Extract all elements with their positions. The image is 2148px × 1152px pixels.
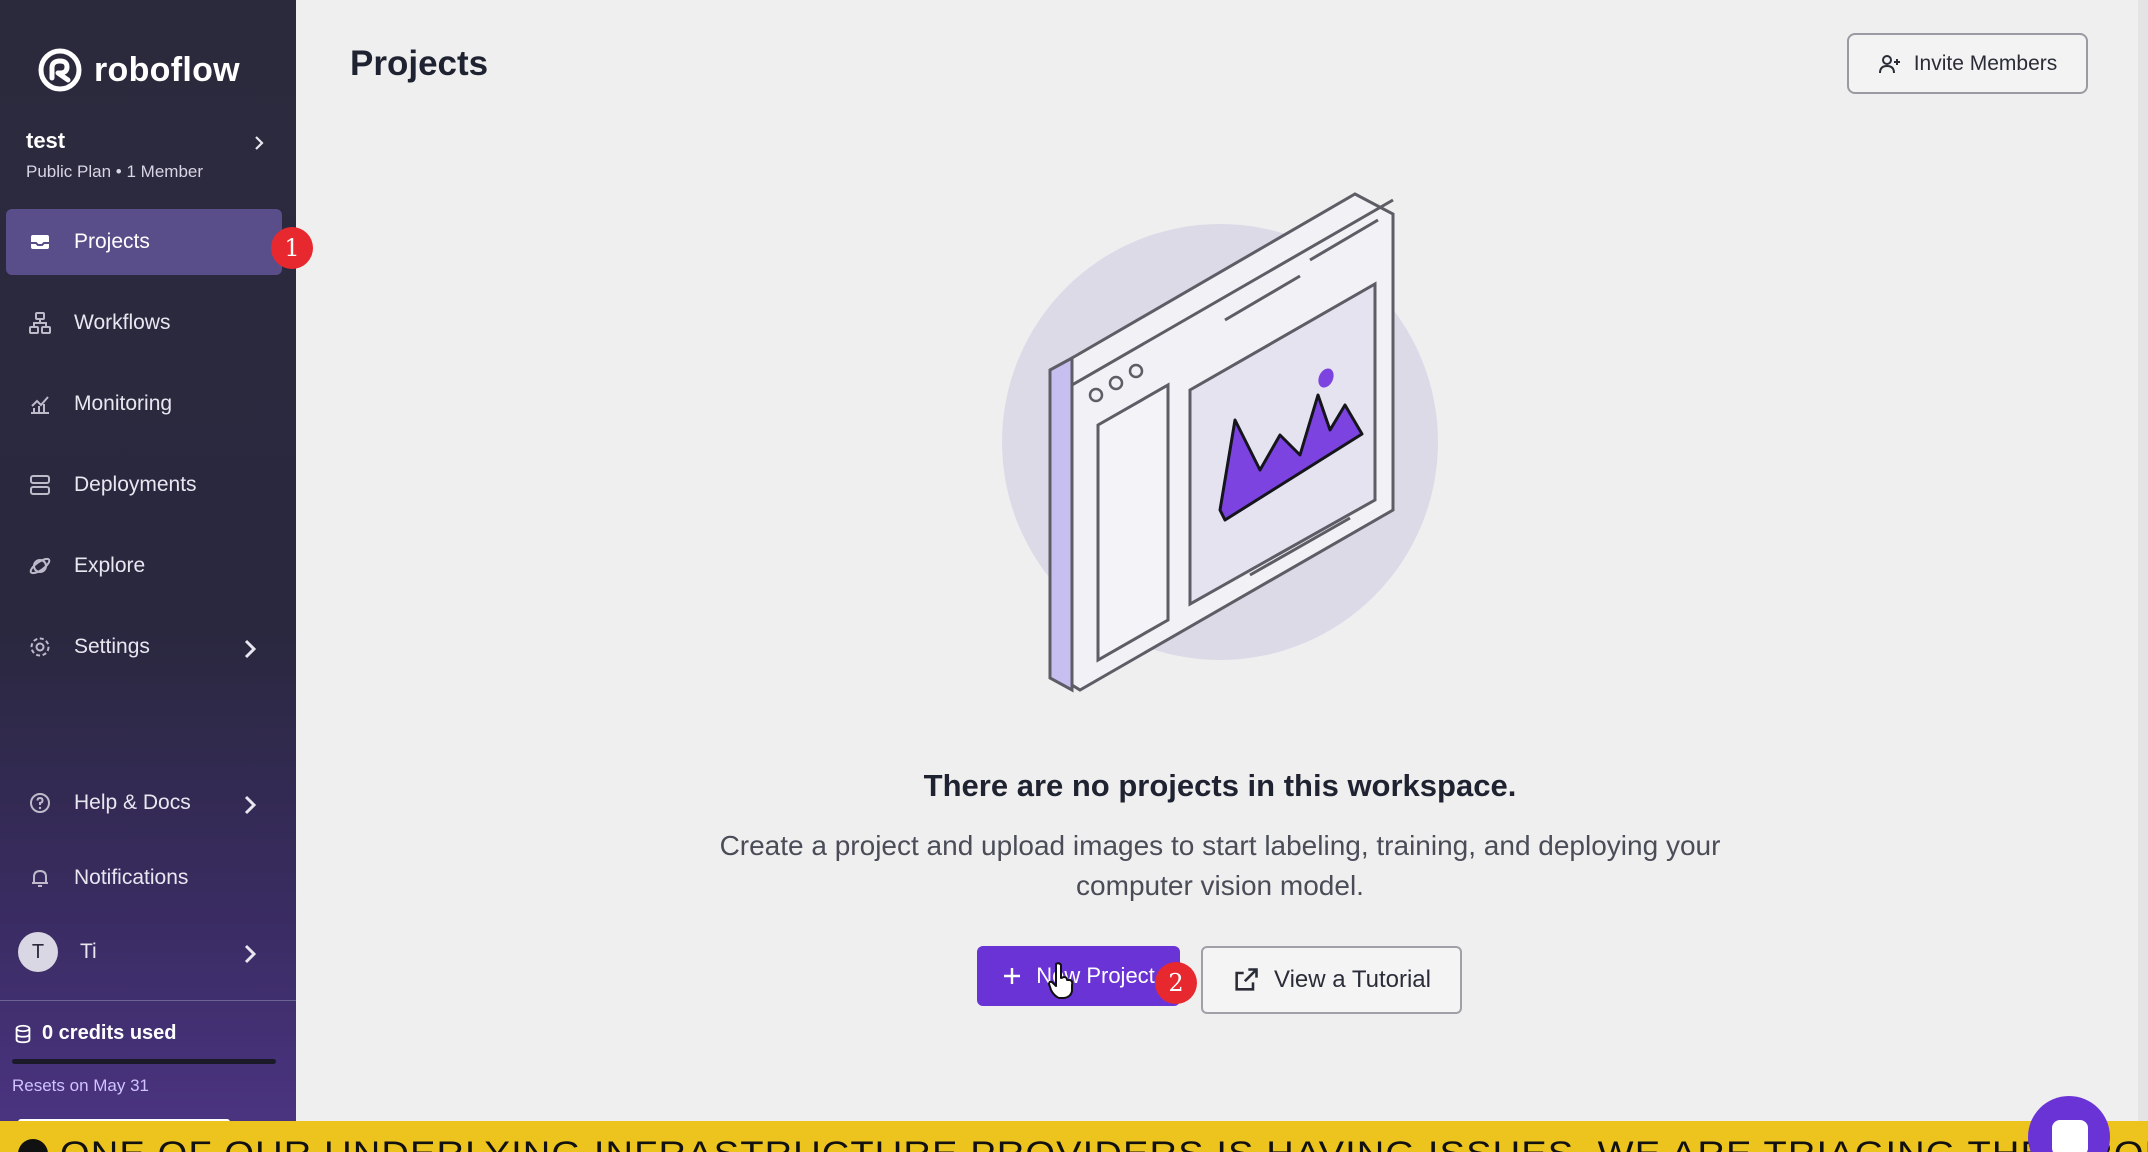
workspace-name: test — [26, 128, 66, 153]
help-icon — [30, 793, 50, 813]
empty-state-title: There are no projects in this workspace. — [923, 768, 1517, 803]
sidebar-item-label: Explore — [74, 554, 146, 577]
page-title: Projects — [350, 44, 489, 83]
roboflow-logo[interactable]: roboflow — [38, 48, 240, 92]
coins-icon — [15, 1024, 31, 1043]
sidebar-item-workflows[interactable]: Workflows — [6, 290, 282, 356]
chat-launcher-button[interactable] — [2028, 1096, 2110, 1152]
sidebar-item-label: Help & Docs — [74, 791, 191, 814]
hand-cursor-icon — [1048, 962, 1074, 999]
empty-state-description: Create a project and upload images to st… — [719, 830, 1721, 901]
server-icon — [30, 475, 50, 495]
new-project-button[interactable]: New Project — [977, 946, 1180, 1006]
user-plus-icon — [1878, 54, 1900, 73]
credits-usage[interactable]: 0 credits used — [12, 1022, 177, 1045]
chevron-right-icon — [244, 944, 257, 964]
sidebar-item-label: Workflows — [74, 311, 171, 334]
annotation-badge-2: 2 — [1155, 962, 1197, 1004]
view-tutorial-label: View a Tutorial — [1274, 966, 1431, 993]
roboflow-logo-icon — [38, 48, 82, 92]
workspace-plan: Public Plan — [26, 162, 112, 181]
sidebar-divider — [0, 1000, 296, 1001]
plus-icon — [1004, 968, 1021, 984]
workspace-meta-separator: • — [115, 162, 122, 181]
workspace-members: 1 Member — [126, 162, 204, 181]
gear-icon — [30, 637, 50, 657]
workspace-switcher[interactable]: test Public Plan • 1 Member — [26, 128, 276, 182]
sidebar-item-help[interactable]: Help & Docs — [6, 770, 282, 836]
planet-icon — [29, 557, 51, 575]
alert-icon — [18, 1139, 48, 1152]
sidebar-item-explore[interactable]: Explore — [6, 533, 282, 599]
sidebar-item-notifications[interactable]: Notifications — [6, 845, 282, 911]
avatar: T — [18, 932, 58, 972]
chart-icon — [31, 396, 49, 414]
workflow-icon — [29, 312, 51, 334]
chat-icon — [2052, 1120, 2088, 1152]
sidebar-item-label: Projects — [74, 230, 150, 253]
scrollbar[interactable] — [2138, 0, 2148, 1121]
workspace-meta: Public Plan • 1 Member — [26, 162, 276, 182]
sidebar-item-label: Notifications — [74, 866, 189, 889]
credits-progress-bar — [12, 1059, 276, 1064]
sidebar-item-monitoring[interactable]: Monitoring — [6, 371, 282, 437]
user-name: Ti — [80, 940, 97, 963]
sidebar-item-projects[interactable]: Projects — [6, 209, 282, 275]
sidebar-item-label: Settings — [74, 635, 150, 658]
status-banner-text: ONE OF OUR UNDERLYING INFRASTRUCTURE PRO… — [60, 1135, 2148, 1152]
sidebar-item-label: Monitoring — [74, 392, 173, 415]
view-tutorial-button[interactable]: View a Tutorial — [1201, 946, 1462, 1014]
invite-members-label: Invite Members — [1913, 51, 2058, 75]
credits-used-label: 0 credits used — [42, 1022, 177, 1044]
status-banner: ONE OF OUR UNDERLYING INFRASTRUCTURE PRO… — [0, 1121, 2148, 1152]
brand-name: roboflow — [94, 50, 240, 89]
sidebar-item-label: Deployments — [74, 473, 197, 496]
sidebar-item-deployments[interactable]: Deployments — [6, 452, 282, 518]
credits-reset-date: Resets on May 31 — [12, 1076, 150, 1095]
bell-icon — [32, 869, 48, 887]
chevron-right-icon — [244, 795, 257, 815]
chevron-right-icon — [244, 639, 257, 659]
inbox-icon — [31, 235, 49, 249]
invite-members-button[interactable]: Invite Members — [1847, 33, 2088, 94]
sidebar: roboflow test Public Plan • 1 Member Pro… — [0, 0, 296, 1152]
user-menu[interactable]: T Ti — [6, 919, 282, 985]
empty-workspace-illustration — [1002, 192, 1438, 693]
annotation-badge-1: 1 — [271, 227, 313, 269]
chevron-right-icon — [255, 136, 264, 150]
sidebar-item-settings[interactable]: Settings — [6, 614, 282, 680]
external-link-icon — [1235, 968, 1258, 991]
